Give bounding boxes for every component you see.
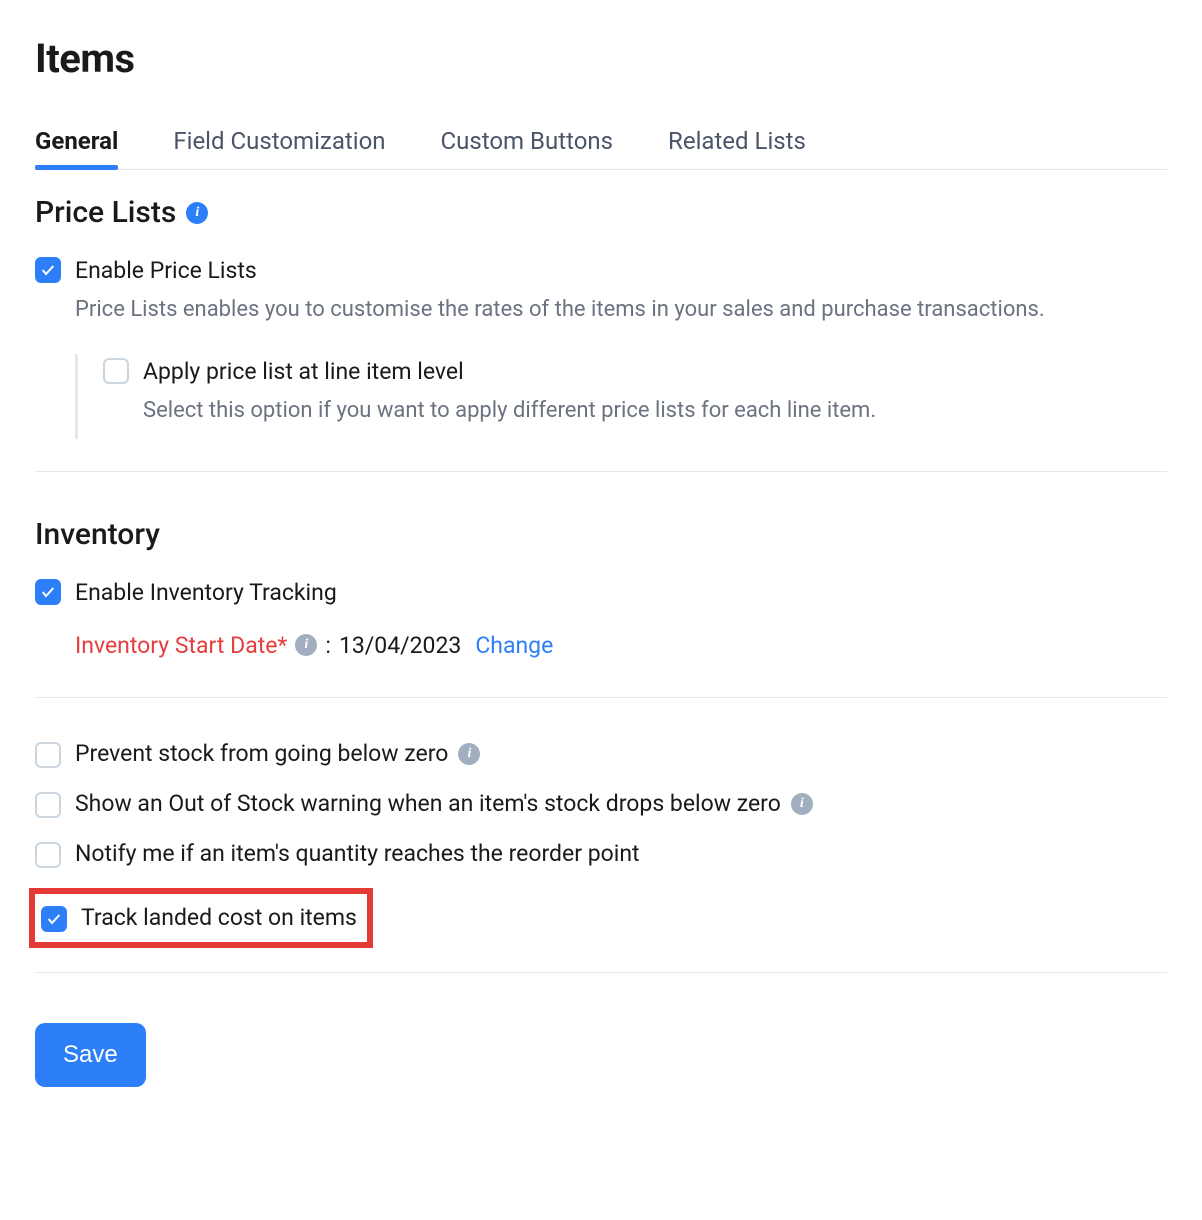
section-price-lists: Price Lists i Enable Price Lists Price L… <box>35 170 1167 472</box>
info-icon[interactable]: i <box>791 793 813 815</box>
inventory-start-date-label: Inventory Start Date* <box>75 632 287 659</box>
enable-price-lists-desc: Price Lists enables you to customise the… <box>75 293 1045 326</box>
enable-inventory-row: Enable Inventory Tracking <box>35 577 1167 609</box>
enable-inventory-checkbox[interactable] <box>35 579 61 605</box>
track-landed-cost-highlight: Track landed cost on items <box>29 888 373 948</box>
divider <box>35 972 1167 973</box>
line-item-checkbox[interactable] <box>103 358 129 384</box>
tab-general[interactable]: General <box>35 127 118 169</box>
enable-inventory-label: Enable Inventory Tracking <box>75 577 337 609</box>
save-button[interactable]: Save <box>35 1023 146 1087</box>
line-item-sub-option: Apply price list at line item level Sele… <box>75 354 1167 439</box>
prevent-below-zero-checkbox[interactable] <box>35 742 61 768</box>
prevent-below-zero-row: Prevent stock from going below zero i <box>35 738 1167 770</box>
enable-price-lists-label: Enable Price Lists <box>75 255 1045 287</box>
inventory-heading-text: Inventory <box>35 517 160 552</box>
tab-custom-buttons[interactable]: Custom Buttons <box>441 127 614 169</box>
info-icon[interactable]: i <box>295 634 317 656</box>
out-of-stock-warning-checkbox[interactable] <box>35 792 61 818</box>
enable-price-lists-row: Enable Price Lists Price Lists enables y… <box>35 255 1167 326</box>
price-lists-heading-text: Price Lists <box>35 195 176 230</box>
colon: : <box>325 632 331 659</box>
section-inventory: Inventory Enable Inventory Tracking Inve… <box>35 472 1167 973</box>
tabs: General Field Customization Custom Butto… <box>35 127 1167 170</box>
inventory-start-date-row: Inventory Start Date* i : 13/04/2023 Cha… <box>75 632 1167 659</box>
change-link[interactable]: Change <box>475 632 553 659</box>
price-lists-heading: Price Lists i <box>35 195 1167 230</box>
tab-field-customization[interactable]: Field Customization <box>173 127 385 169</box>
out-of-stock-warning-label: Show an Out of Stock warning when an ite… <box>75 788 813 820</box>
out-of-stock-warning-row: Show an Out of Stock warning when an ite… <box>35 788 1167 820</box>
reorder-notify-checkbox[interactable] <box>35 842 61 868</box>
reorder-notify-row: Notify me if an item's quantity reaches … <box>35 838 1167 870</box>
reorder-notify-label: Notify me if an item's quantity reaches … <box>75 838 640 870</box>
page-title: Items <box>35 35 1167 82</box>
tab-related-lists[interactable]: Related Lists <box>668 127 806 169</box>
line-item-label: Apply price list at line item level <box>143 356 876 388</box>
line-item-desc: Select this option if you want to apply … <box>143 394 876 427</box>
info-icon[interactable]: i <box>186 202 208 224</box>
inventory-start-date-value: 13/04/2023 <box>339 632 461 659</box>
track-landed-cost-label: Track landed cost on items <box>81 902 357 934</box>
track-landed-cost-checkbox[interactable] <box>41 906 67 932</box>
info-icon[interactable]: i <box>458 743 480 765</box>
prevent-below-zero-label: Prevent stock from going below zero i <box>75 738 480 770</box>
inventory-heading: Inventory <box>35 517 1167 552</box>
enable-price-lists-checkbox[interactable] <box>35 257 61 283</box>
